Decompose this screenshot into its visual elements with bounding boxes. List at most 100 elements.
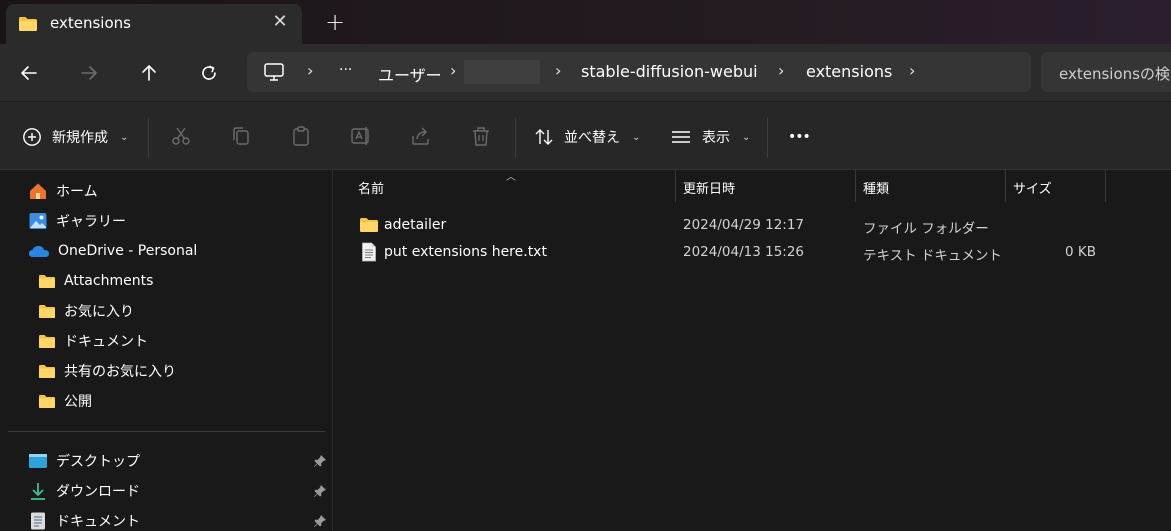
sidebar-item-shared-favorites[interactable]: 共有のお気に入り <box>38 358 176 384</box>
paste-button[interactable] <box>289 124 313 148</box>
folder-icon <box>39 364 55 378</box>
copy-button[interactable] <box>229 124 253 148</box>
breadcrumb-users[interactable]: ユーザー <box>378 62 442 86</box>
sidebar-item-onedrive[interactable]: OneDrive - Personal <box>28 238 197 264</box>
document-icon <box>31 512 45 530</box>
sidebar-item-downloads[interactable]: ダウンロード <box>28 478 140 504</box>
column-header-size[interactable]: サイズ <box>1013 178 1052 197</box>
file-size: 0 KB <box>1065 244 1096 260</box>
folder-icon <box>39 334 55 348</box>
file-type: ファイル フォルダー <box>863 221 989 237</box>
breadcrumb-extensions[interactable]: extensions <box>806 62 892 81</box>
folder-icon <box>359 217 379 237</box>
sidebar-item-label: ダウンロード <box>56 484 140 500</box>
folder-icon <box>39 394 55 408</box>
chevron-right-icon[interactable]: › <box>909 61 915 80</box>
pin-icon[interactable] <box>313 514 327 528</box>
address-bar[interactable]: › ··· ユーザー › › stable-diffusion-webui › … <box>247 52 1031 92</box>
arrow-left-icon <box>21 66 37 80</box>
sidebar-item-label: 公開 <box>64 394 92 410</box>
more-options-button[interactable]: ••• <box>788 124 811 150</box>
column-divider[interactable] <box>675 170 676 202</box>
file-name: put extensions here.txt <box>384 244 547 260</box>
sort-button[interactable]: 並べ替え ⌄ <box>534 124 640 150</box>
sidebar-item-public[interactable]: 公開 <box>38 388 92 414</box>
sidebar-item-label: ドキュメント <box>56 514 140 530</box>
sidebar-item-label: ホーム <box>56 184 98 200</box>
tab-title: extensions <box>50 14 131 32</box>
chevron-right-icon[interactable]: › <box>307 61 313 80</box>
sidebar-item-label: お気に入り <box>64 304 134 320</box>
search-input[interactable]: extensionsの検索 <box>1059 63 1171 84</box>
column-divider[interactable] <box>1005 170 1006 202</box>
sidebar-item-label: ドキュメント <box>64 334 148 350</box>
sidebar-item-pinned-documents[interactable]: ドキュメント <box>28 508 140 531</box>
gallery-icon <box>29 213 47 229</box>
rename-button[interactable] <box>349 124 373 148</box>
pin-icon[interactable] <box>313 484 327 498</box>
sort-button-label: 並べ替え <box>564 130 620 146</box>
sidebar-item-favorites[interactable]: お気に入り <box>38 298 134 324</box>
command-bar: 新規作成 ⌄ 並べ替え ⌄ 表示 ⌄ ••• <box>0 102 1171 170</box>
divider <box>8 431 325 432</box>
view-button-label: 表示 <box>702 130 730 146</box>
arrow-right-icon <box>81 66 97 80</box>
new-button-label: 新規作成 <box>52 130 108 146</box>
folder-icon <box>39 274 55 288</box>
chevron-right-icon[interactable]: › <box>555 61 561 80</box>
share-button[interactable] <box>409 124 433 148</box>
rename-icon <box>351 127 369 145</box>
chevron-down-icon: ⌄ <box>742 131 751 143</box>
sidebar-item-label: デスクトップ <box>56 454 140 470</box>
folder-icon <box>18 16 38 36</box>
navigation-bar: › ··· ユーザー › › stable-diffusion-webui › … <box>0 44 1171 102</box>
column-divider[interactable] <box>1105 170 1106 202</box>
column-header-row: ︿ 名前 更新日時 種類 サイズ <box>334 170 1171 204</box>
cut-button[interactable] <box>169 124 193 148</box>
clipboard-icon <box>293 126 309 146</box>
sidebar-item-home[interactable]: ホーム <box>28 178 98 204</box>
tab-extensions[interactable]: extensions ✕ <box>6 4 302 44</box>
chevron-right-icon[interactable]: › <box>450 61 456 80</box>
close-icon[interactable]: ✕ <box>268 10 292 34</box>
refresh-button[interactable] <box>194 58 224 88</box>
up-button[interactable] <box>134 58 164 88</box>
title-bar: extensions ✕ + <box>0 0 1171 44</box>
computer-icon[interactable] <box>263 62 285 86</box>
back-button[interactable] <box>14 58 44 88</box>
text-file-icon <box>361 242 377 266</box>
file-modified: 2024/04/13 15:26 <box>683 244 805 260</box>
view-button[interactable]: 表示 ⌄ <box>670 124 750 150</box>
cloud-icon <box>29 246 49 257</box>
breadcrumb-stable-diffusion-webui[interactable]: stable-diffusion-webui <box>581 62 758 81</box>
plus-circle-icon <box>23 128 41 146</box>
file-list: ︿ 名前 更新日時 種類 サイズ adetailer 2024/04/29 12… <box>334 170 1171 531</box>
sidebar-item-label: Attachments <box>64 273 154 289</box>
file-row[interactable]: put extensions here.txt 2024/04/13 15:26… <box>334 239 1171 265</box>
column-header-modified[interactable]: 更新日時 <box>683 178 735 197</box>
sidebar-item-label: 共有のお気に入り <box>64 364 176 380</box>
column-divider[interactable] <box>855 170 856 202</box>
sort-arrows-icon <box>535 129 553 145</box>
arrow-up-icon <box>142 65 156 81</box>
sidebar-item-documents[interactable]: ドキュメント <box>38 328 148 354</box>
refresh-icon <box>202 65 216 80</box>
chevron-right-icon[interactable]: › <box>778 61 784 80</box>
column-header-type[interactable]: 種類 <box>863 178 889 197</box>
new-tab-button[interactable]: + <box>322 10 348 36</box>
new-button[interactable]: 新規作成 ⌄ <box>22 124 128 150</box>
breadcrumb-overflow[interactable]: ··· <box>339 62 352 78</box>
list-view-icon <box>672 131 690 143</box>
delete-button[interactable] <box>469 124 493 148</box>
column-header-name[interactable]: 名前 <box>358 178 384 197</box>
pin-icon[interactable] <box>313 454 327 468</box>
sidebar-item-gallery[interactable]: ギャラリー <box>28 208 126 234</box>
file-type: テキスト ドキュメント <box>863 248 1002 264</box>
file-name: adetailer <box>384 217 447 233</box>
forward-button[interactable] <box>74 58 104 88</box>
sidebar-item-attachments[interactable]: Attachments <box>38 268 153 294</box>
file-row[interactable]: adetailer 2024/04/29 12:17 ファイル フォルダー <box>334 212 1171 238</box>
breadcrumb-redacted[interactable] <box>464 60 540 84</box>
sidebar-item-desktop[interactable]: デスクトップ <box>28 448 140 474</box>
search-box[interactable]: extensionsの検索 <box>1041 52 1171 92</box>
